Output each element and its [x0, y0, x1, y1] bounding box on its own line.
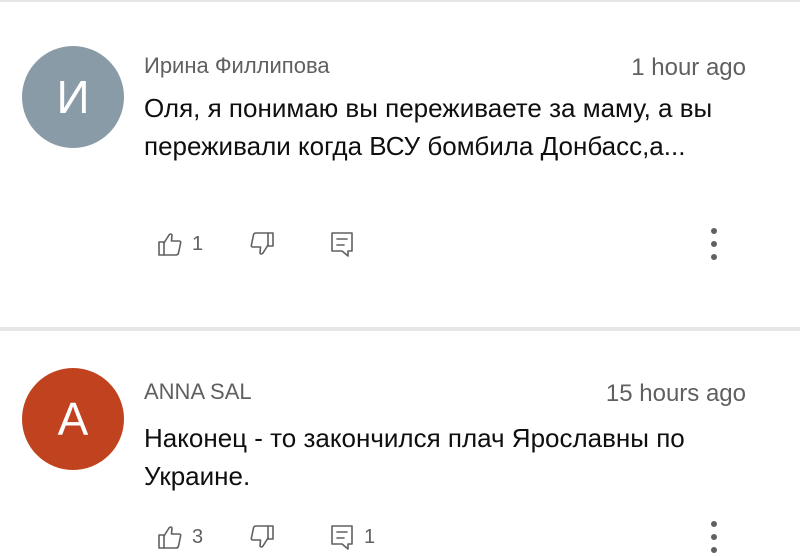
more-options-button[interactable]	[703, 519, 725, 555]
comment-item: A ANNA SAL 15 hours ago Наконец - то зак…	[0, 331, 800, 556]
thumb-down-icon	[250, 525, 274, 548]
avatar[interactable]: A	[22, 368, 124, 470]
more-dot	[711, 254, 717, 260]
reply-button[interactable]: 1	[328, 517, 375, 556]
dislike-button[interactable]	[248, 517, 276, 556]
like-button[interactable]: 3	[156, 517, 203, 556]
like-button[interactable]: 1	[156, 224, 203, 264]
dislike-button[interactable]	[248, 224, 276, 264]
reply-comment-icon	[331, 232, 353, 257]
reply-button[interactable]	[328, 224, 364, 264]
comment-actions: 1	[0, 224, 800, 264]
like-count: 3	[192, 525, 204, 548]
comment-item: И Ирина Филлипова 1 hour ago Оля, я пони…	[0, 0, 800, 327]
avatar-letter: A	[57, 393, 89, 445]
reply-count: 1	[364, 525, 376, 548]
comments-page: И Ирина Филлипова 1 hour ago Оля, я пони…	[0, 0, 800, 556]
avatar[interactable]: И	[22, 46, 124, 148]
more-options-button[interactable]	[703, 226, 725, 262]
more-vertical-icon	[711, 521, 717, 527]
comment-actions: 3 1	[0, 517, 800, 556]
comment-author[interactable]: ANNA SAL	[144, 379, 252, 405]
thumb-up-icon	[158, 233, 182, 256]
thumb-down-icon	[250, 232, 274, 255]
reply-comment-icon	[331, 525, 353, 550]
more-dot	[711, 241, 717, 247]
comment-time[interactable]: 15 hours ago	[606, 380, 746, 408]
comment-text: Оля, я понимаю вы переживаете за маму, а…	[144, 93, 713, 161]
more-vertical-icon	[711, 228, 717, 234]
more-dot	[711, 547, 717, 553]
comment-text: Наконец - то закончился плач Ярославны п…	[144, 423, 685, 491]
comment-author[interactable]: Ирина Филлипова	[144, 53, 330, 79]
comment-time[interactable]: 1 hour ago	[631, 54, 746, 82]
more-dot	[711, 534, 717, 540]
like-count: 1	[192, 232, 204, 255]
thumb-up-icon	[158, 526, 182, 549]
avatar-letter: И	[56, 71, 90, 123]
